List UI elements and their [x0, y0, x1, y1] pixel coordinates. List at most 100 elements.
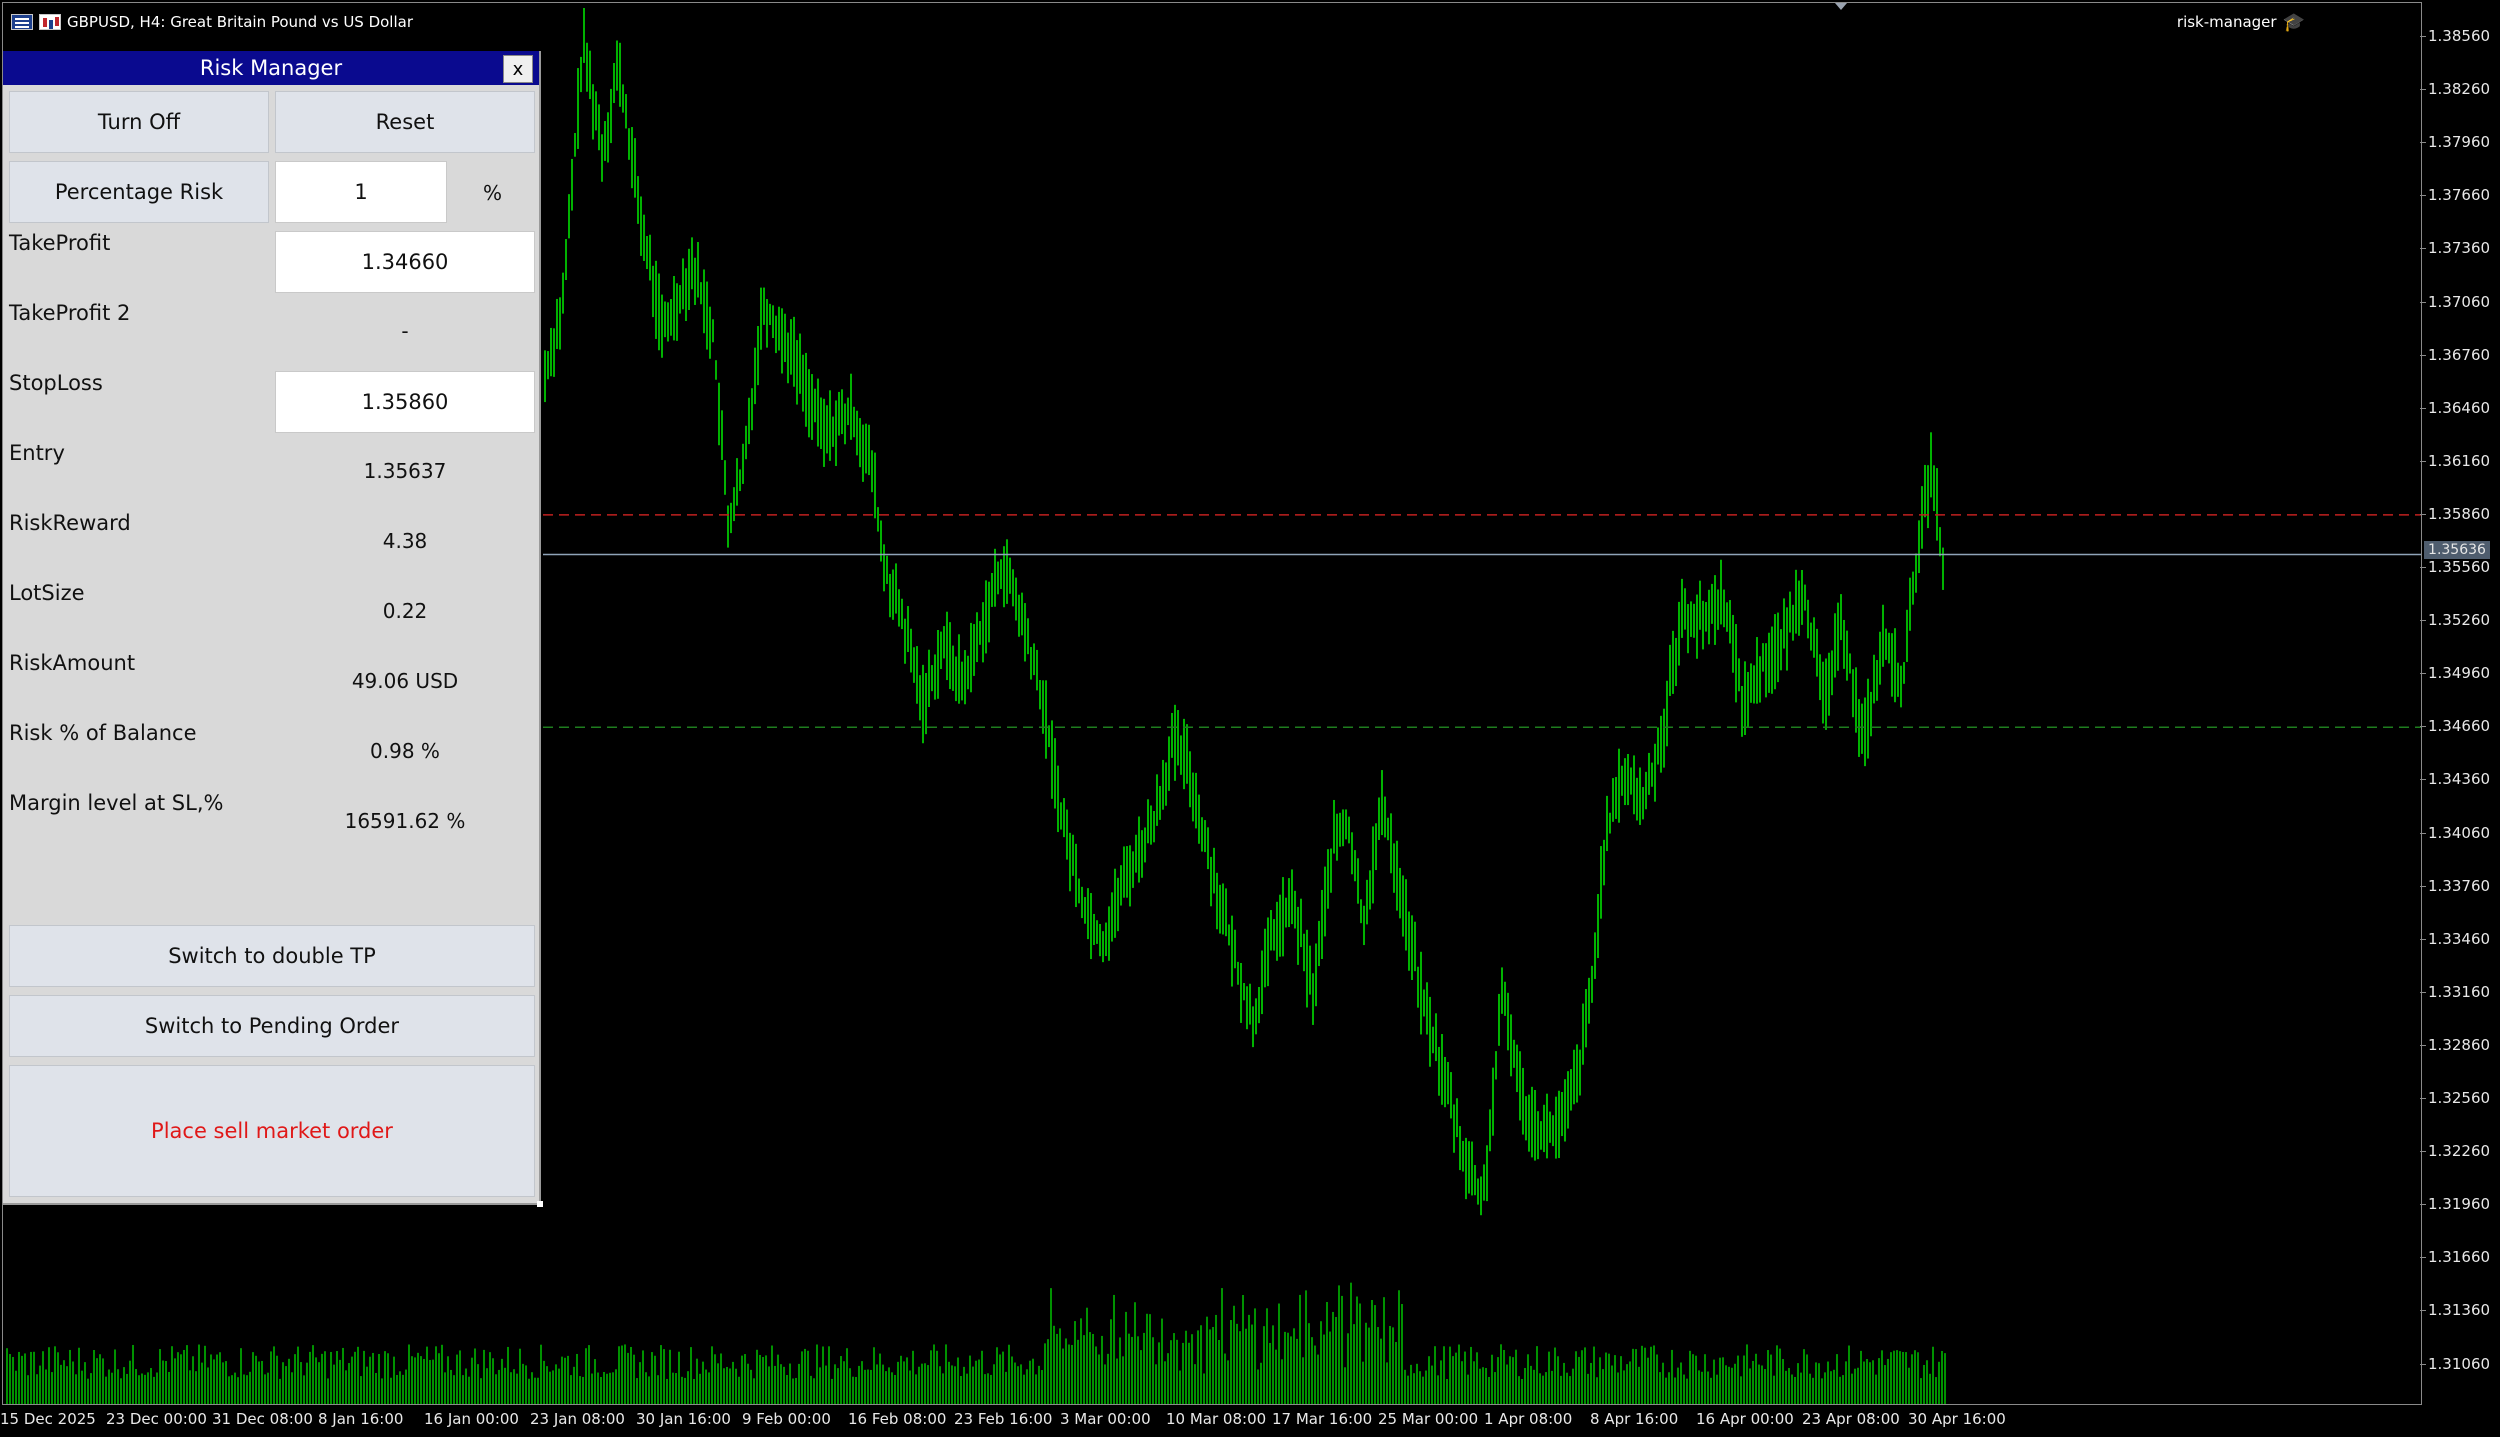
time-axis-label: 8 Apr 16:00 [1590, 1410, 1679, 1428]
lotsize-value: 0.22 [382, 599, 428, 623]
price-axis-label: 1.38560 [2428, 27, 2491, 45]
expert-advisor-label[interactable]: risk-manager 🎓 [2177, 9, 2305, 35]
price-axis-tick [2420, 142, 2426, 144]
switch-double-tp-button[interactable]: Switch to double TP [9, 925, 535, 987]
risk-balance-value: 0.98 % [370, 739, 440, 763]
price-axis-tick [2420, 779, 2426, 781]
price-axis-tick [2420, 832, 2426, 834]
entry-label: Entry [9, 441, 65, 465]
ea-name: risk-manager [2176, 13, 2277, 31]
symbol-info: GBPUSD, H4: Great Britain Pound vs US Do… [67, 13, 414, 31]
time-axis-label: 9 Feb 00:00 [742, 1410, 831, 1428]
price-axis-tick [2420, 301, 2426, 303]
takeprofit-input[interactable]: 1.34660 [275, 231, 535, 293]
time-axis-label: 15 Dec 2025 [0, 1410, 96, 1428]
price-axis-tick [2420, 1363, 2426, 1365]
price-axis-label: 1.34360 [2428, 770, 2491, 789]
price-axis-label: 1.36160 [2428, 451, 2491, 470]
price-axis-label: 1.38260 [2428, 80, 2491, 99]
volume-bars [6, 1282, 1946, 1404]
takeprofit-label: TakeProfit [9, 231, 111, 255]
time-axis-label: 10 Mar 08:00 [1166, 1410, 1267, 1428]
price-axis-tick [2420, 567, 2426, 568]
lotsize-label: LotSize [9, 581, 85, 605]
time-axis-label: 23 Feb 16:00 [954, 1410, 1053, 1428]
price-axis-label: 1.33160 [2428, 982, 2491, 1001]
price-axis-tick [2420, 1098, 2426, 1099]
time-axis-label: 23 Dec 00:00 [106, 1410, 207, 1428]
riskreward-value: 4.38 [382, 529, 428, 553]
price-axis-label: 1.33760 [2428, 876, 2491, 895]
price-axis-label: 1.35260 [2428, 611, 2491, 630]
graduation-cap-icon: 🎓 [2282, 11, 2305, 33]
chart-shift-marker[interactable] [1835, 3, 1847, 10]
candles [544, 8, 1944, 1216]
place-sell-market-order-button[interactable]: Place sell market order [9, 1065, 535, 1197]
percent-unit: % [483, 181, 503, 205]
price-axis-tick [2420, 248, 2426, 250]
list-icon[interactable] [11, 14, 33, 30]
stoploss-input[interactable]: 1.35860 [275, 371, 535, 433]
margin-level-value: 16591.62 % [344, 809, 466, 833]
price-axis-label: 1.31960 [2428, 1195, 2491, 1214]
time-axis-label: 23 Apr 08:00 [1802, 1410, 1900, 1428]
price-axis-tick [2420, 726, 2426, 728]
price-axis-tick [2420, 620, 2426, 622]
reset-button[interactable]: Reset [275, 91, 535, 153]
price-axis-label: 1.37060 [2428, 292, 2491, 311]
price-axis-label: 1.37660 [2428, 186, 2491, 205]
price-axis-tick [2420, 1310, 2426, 1312]
price-axis-tick [2420, 460, 2426, 462]
chart-info-bar: GBPUSD, H4: Great Britain Pound vs US Do… [11, 9, 413, 35]
price-axis-label: 1.32560 [2428, 1089, 2491, 1107]
price-axis-label: 1.34060 [2428, 823, 2491, 842]
risk-manager-title-bar[interactable]: Risk Manager [3, 51, 539, 85]
time-axis-label: 3 Mar 00:00 [1060, 1410, 1151, 1428]
price-axis-tick [2420, 673, 2426, 675]
stoploss-label: StopLoss [9, 371, 103, 395]
price-axis-label: 1.35560 [2428, 558, 2491, 576]
time-axis-label: 16 Feb 08:00 [848, 1410, 947, 1428]
time-axis-label: 16 Jan 00:00 [424, 1410, 519, 1428]
price-axis-label: 1.37960 [2428, 133, 2491, 152]
percentage-risk-button[interactable]: Percentage Risk [9, 161, 269, 223]
price-axis-tick [2420, 195, 2426, 197]
time-axis-label: 25 Mar 00:00 [1378, 1410, 1479, 1428]
price-axis-label: 1.34660 [2428, 717, 2491, 736]
price-axis-tick [2420, 513, 2426, 515]
takeprofit2-value: - [401, 319, 409, 343]
price-axis-label: 1.32260 [2428, 1142, 2491, 1161]
price-axis-tick [2420, 1151, 2426, 1153]
riskamount-label: RiskAmount [9, 651, 136, 675]
price-axis-tick [2420, 1257, 2426, 1259]
takeprofit2-label: TakeProfit 2 [9, 301, 131, 325]
riskamount-value: 49.06 USD [351, 669, 459, 693]
price-axis-tick [2420, 938, 2426, 940]
price-axis-tick [2420, 407, 2426, 409]
price-axis-label: 1.36760 [2428, 345, 2491, 364]
price-axis-label: 1.31060 [2428, 1354, 2491, 1373]
bars-icon[interactable] [39, 14, 61, 30]
close-button[interactable]: x [503, 55, 533, 83]
price-axis-tick [2420, 885, 2426, 887]
risk-manager-title: Risk Manager [199, 56, 343, 80]
time-axis-label: 30 Jan 16:00 [636, 1410, 731, 1428]
time-axis-label: 1 Apr 08:00 [1484, 1410, 1573, 1428]
price-axis-tick [2420, 1044, 2426, 1046]
riskreward-label: RiskReward [9, 511, 131, 535]
percentage-risk-input[interactable]: 1 [275, 161, 447, 223]
margin-level-label: Margin level at SL,% [9, 791, 224, 815]
turn-off-button[interactable]: Turn Off [9, 91, 269, 153]
price-axis-label: 1.31660 [2428, 1248, 2491, 1267]
risk-manager-panel: Risk Manager x Turn Off Reset Percentage… [3, 51, 543, 1207]
time-axis-label: 8 Jan 16:00 [318, 1410, 404, 1428]
price-axis-label: 1.35860 [2428, 504, 2491, 523]
time-axis-label: 17 Mar 16:00 [1272, 1410, 1373, 1428]
price-axis-label: 1.37360 [2428, 239, 2491, 258]
price-axis-tick [2420, 1204, 2426, 1206]
time-axis-label: 16 Apr 00:00 [1696, 1410, 1794, 1428]
switch-pending-order-button[interactable]: Switch to Pending Order [9, 995, 535, 1057]
price-axis-label: 1.31360 [2428, 1301, 2491, 1320]
resize-handle[interactable] [537, 1201, 543, 1207]
price-axis-label: 1.34960 [2428, 664, 2491, 683]
